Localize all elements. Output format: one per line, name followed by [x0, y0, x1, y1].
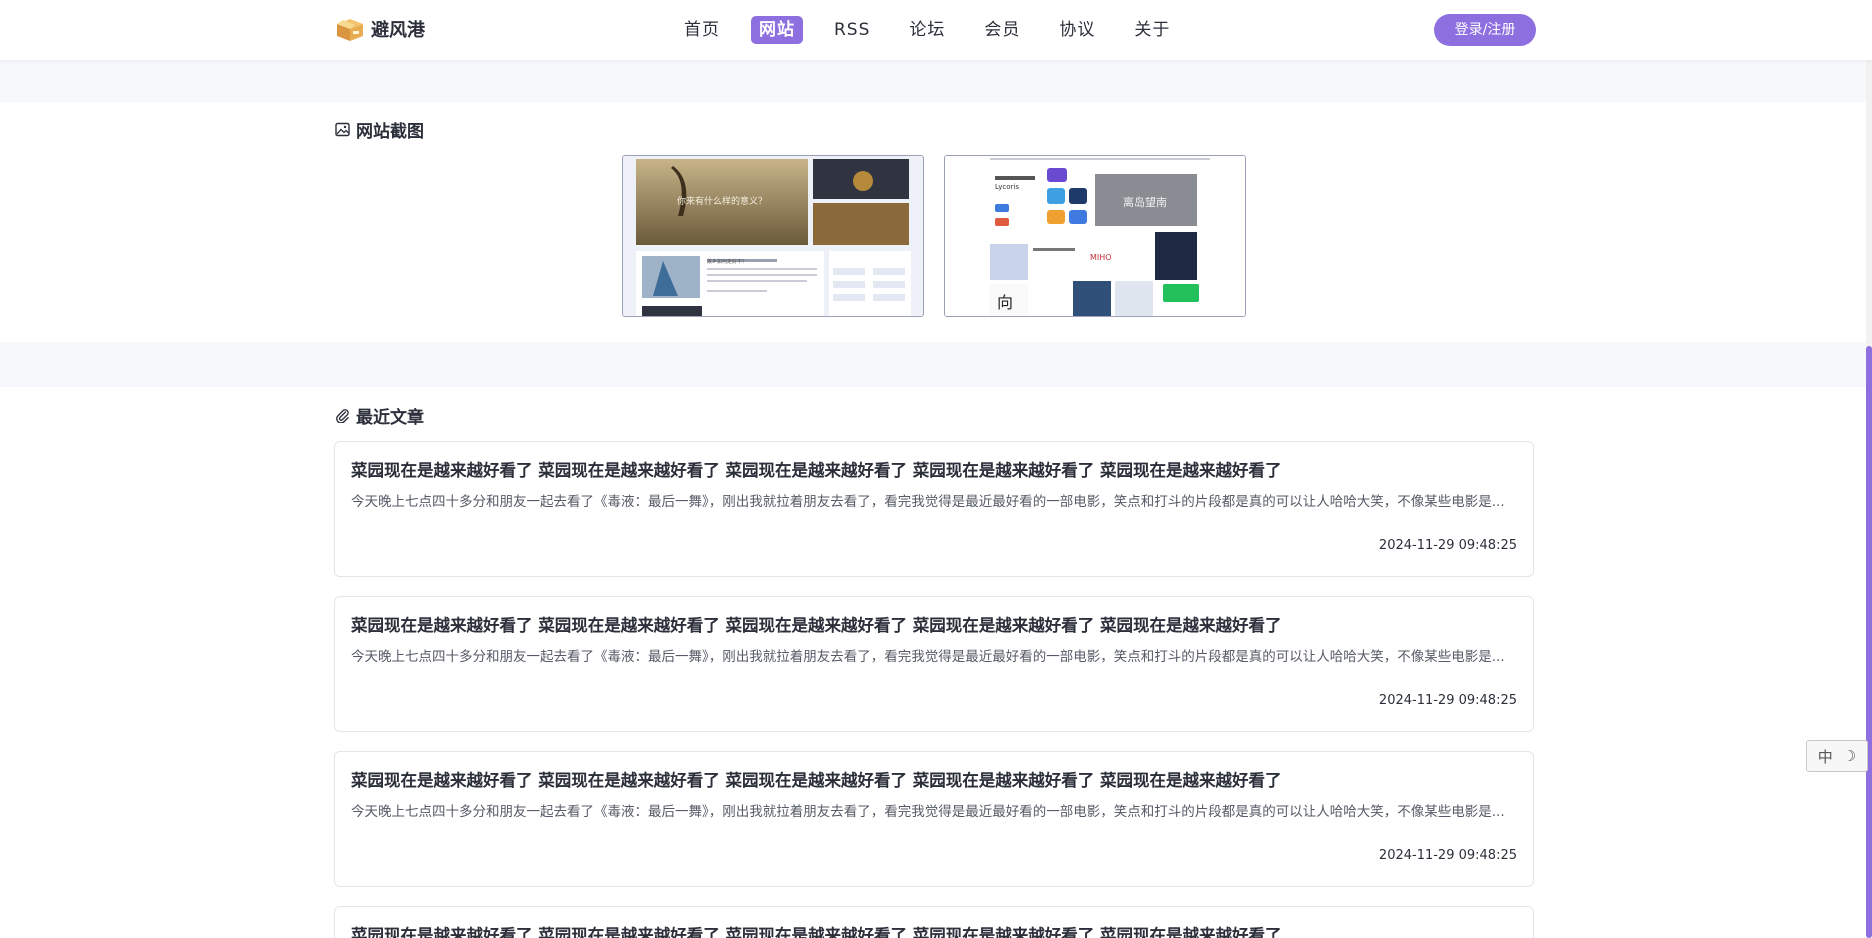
ime-indicator[interactable]: 中 ☽ [1806, 740, 1868, 772]
website-screenshot-2[interactable]: Lycoris 离岛望南 MIHO 向 [944, 155, 1246, 317]
site-logo[interactable]: 避风港 [335, 16, 425, 42]
nav-item-rss[interactable]: RSS [826, 16, 878, 44]
screenshot-2-preview: Lycoris 离岛望南 MIHO 向 [945, 156, 1245, 316]
screenshot-1-mid-title: 故乡如何走好不？ [707, 258, 747, 265]
paperclip-icon [336, 409, 349, 423]
article-card[interactable]: 菜园现在是越来越好看了 菜园现在是越来越好看了 菜园现在是越来越好看了 菜园现在… [334, 441, 1534, 577]
article-title[interactable]: 菜园现在是越来越好看了 菜园现在是越来越好看了 菜园现在是越来越好看了 菜园现在… [351, 612, 1281, 636]
spacer-band [0, 60, 1872, 102]
ime-mode-label: 中 [1817, 747, 1833, 766]
box-logo-icon [337, 19, 363, 41]
nav-item-members[interactable]: 会员 [976, 16, 1028, 44]
article-excerpt: 今天晚上七点四十多分和朋友一起去看了《毒液：最后一舞》，刚出我就拉着朋友去看了，… [351, 494, 1505, 510]
svg-text:向: 向 [997, 293, 1013, 312]
article-title[interactable]: 菜园现在是越来越好看了 菜园现在是越来越好看了 菜园现在是越来越好看了 菜园现在… [351, 922, 1281, 938]
article-date: 2024-11-29 09:48:25 [1378, 848, 1517, 863]
article-date: 2024-11-29 09:48:25 [1378, 693, 1517, 708]
moon-icon: ☽ [1842, 747, 1857, 765]
article-card[interactable]: 菜园现在是越来越好看了 菜园现在是越来越好看了 菜园现在是越来越好看了 菜园现在… [334, 906, 1534, 938]
nav-item-home[interactable]: 首页 [676, 16, 728, 44]
screenshot-2-tag: MIHO [1090, 253, 1112, 262]
article-excerpt: 今天晚上七点四十多分和朋友一起去看了《毒液：最后一舞》，刚出我就拉着朋友去看了，… [351, 804, 1505, 820]
website-screenshot-1[interactable]: 你来有什么样的意义？ 故乡如何走好不？ [622, 155, 924, 317]
nav-item-sites[interactable]: 网站 [751, 16, 803, 44]
article-date: 2024-11-29 09:48:25 [1378, 538, 1517, 553]
login-register-button[interactable]: 登录/注册 [1434, 14, 1536, 46]
main-nav: 首页 网站 RSS 论坛 会员 协议 关于 [676, 16, 1201, 44]
articles-title: 最近文章 [356, 408, 424, 428]
article-card[interactable]: 菜园现在是越来越好看了 菜园现在是越来越好看了 菜园现在是越来越好看了 菜园现在… [334, 596, 1534, 732]
article-excerpt: 今天晚上七点四十多分和朋友一起去看了《毒液：最后一舞》，刚出我就拉着朋友去看了，… [351, 649, 1505, 665]
logo-text: 避风港 [371, 20, 425, 41]
article-title[interactable]: 菜园现在是越来越好看了 菜园现在是越来越好看了 菜园现在是越来越好看了 菜园现在… [351, 457, 1281, 481]
site-header: 避风港 首页 网站 RSS 论坛 会员 协议 关于 登录/注册 [0, 0, 1872, 60]
scrollbar-thumb[interactable] [1866, 346, 1872, 938]
screenshot-2-banner-text: 离岛望南 [1123, 195, 1167, 209]
article-title[interactable]: 菜园现在是越来越好看了 菜园现在是越来越好看了 菜园现在是越来越好看了 菜园现在… [351, 767, 1281, 791]
screenshot-2-site-name: Lycoris [995, 183, 1019, 191]
image-icon [335, 122, 350, 137]
screenshots-heading: 网站截图 [335, 117, 424, 142]
nav-item-agreement[interactable]: 协议 [1051, 16, 1103, 44]
screenshot-1-preview: 你来有什么样的意义？ 故乡如何走好不？ [623, 156, 923, 316]
article-card[interactable]: 菜园现在是越来越好看了 菜园现在是越来越好看了 菜园现在是越来越好看了 菜园现在… [334, 751, 1534, 887]
screenshots-title: 网站截图 [356, 122, 424, 142]
nav-item-forum[interactable]: 论坛 [901, 16, 953, 44]
divider-band [0, 342, 1872, 387]
nav-item-about[interactable]: 关于 [1126, 16, 1178, 44]
screenshot-1-banner-text: 你来有什么样的意义？ [677, 195, 767, 207]
articles-heading: 最近文章 [335, 403, 424, 428]
